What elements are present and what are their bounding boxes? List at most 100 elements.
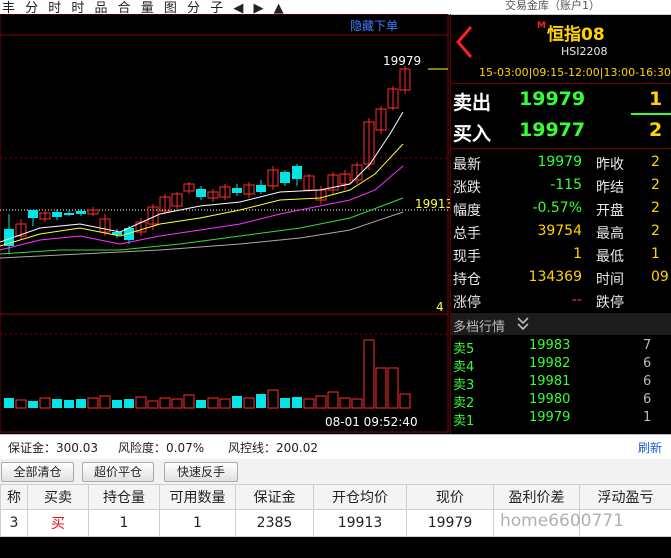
watermark-logo: home6600771	[500, 511, 624, 531]
quote-label: 涨停	[453, 295, 481, 311]
depth-row[interactable]: 卖3 19981 6	[451, 373, 671, 393]
ask-row[interactable]: 卖出 19979 1	[451, 87, 671, 115]
axis-value-label: 4	[436, 300, 444, 314]
column-header[interactable]: 浮动盈亏	[579, 484, 671, 510]
quote-label: 最新	[453, 157, 481, 173]
candle-body	[196, 189, 206, 197]
high-price-label: 19979	[383, 54, 421, 68]
quote-value: 39754	[537, 223, 582, 239]
depth-qty: 6	[643, 374, 652, 389]
quote-row: 涨跌 -115 昨结 2	[451, 175, 671, 198]
depth-qty: 7	[643, 338, 652, 353]
candle-body	[28, 210, 38, 218]
depth-label: 卖1	[453, 414, 475, 429]
position-cell: 19913	[313, 509, 407, 537]
candle-body	[232, 188, 242, 193]
ask-label: 卖出	[453, 92, 492, 114]
depth-row[interactable]: 卖4 19982 6	[451, 355, 671, 375]
volume-bar	[76, 399, 86, 408]
candle-body	[52, 212, 62, 217]
column-header[interactable]: 盈利价差	[493, 484, 580, 510]
quote-value: -115	[550, 177, 582, 193]
quote-label: 昨收	[596, 157, 624, 173]
divider	[451, 83, 671, 84]
quote-value: 1	[573, 246, 582, 262]
quote-label: 时间	[596, 272, 624, 288]
open-price-label: 19913	[415, 197, 450, 211]
volume-bar	[256, 394, 266, 408]
symbol-name: 恒指08	[547, 25, 605, 45]
quote-label: 开盘	[596, 203, 624, 219]
super-close-button[interactable]: 超价平仓	[82, 462, 154, 482]
depth-qty: 1	[643, 410, 652, 425]
candle-body	[64, 213, 74, 215]
volume-bar	[124, 399, 134, 408]
quote-value: 134369	[528, 269, 582, 285]
depth-row[interactable]: 卖2 19980 6	[451, 391, 671, 411]
quote-value: 2	[651, 154, 660, 170]
column-header[interactable]: 买卖	[27, 484, 89, 510]
divider	[451, 148, 671, 149]
quote-row: 涨停 -- 跌停	[451, 290, 671, 313]
double-chevron-down-icon[interactable]	[517, 317, 529, 331]
volume-bar	[64, 400, 74, 408]
refresh-link[interactable]: 刷新	[638, 439, 662, 456]
quote-value: 1	[651, 246, 660, 262]
depth-price: 19980	[529, 392, 571, 407]
position-cell: 2385	[235, 509, 314, 537]
column-header[interactable]: 开仓均价	[313, 484, 407, 510]
action-bar: 全部清仓 超价平仓 快速反手	[0, 459, 671, 484]
column-header[interactable]: 保证金	[235, 484, 314, 510]
column-header[interactable]: 持仓量	[88, 484, 160, 510]
quick-reverse-button[interactable]: 快速反手	[164, 462, 238, 482]
quote-value: 2	[651, 200, 660, 216]
quote-row: 最新 19979 昨收 2	[451, 152, 671, 175]
column-header[interactable]: 现价	[406, 484, 494, 510]
column-header[interactable]: 称	[0, 484, 28, 510]
bid-qty: 2	[649, 119, 663, 141]
depth-header[interactable]: 多档行情	[451, 313, 671, 335]
candle-body	[256, 185, 266, 192]
volume-bar	[28, 401, 38, 408]
position-cell: 19979	[406, 509, 494, 537]
quote-row: 总手 39754 最高 2	[451, 221, 671, 244]
depth-price: 19983	[529, 338, 571, 353]
quote-value: 19979	[537, 154, 582, 170]
positions-header: 称买卖 持仓量 可用数量 保证金 开仓均价 现价 盈利价差 浮动盈亏	[0, 484, 671, 510]
symbol-mark: M	[537, 21, 546, 31]
depth-row[interactable]: 卖1 19979 1	[451, 409, 671, 429]
column-header[interactable]: 可用数量	[159, 484, 236, 510]
account-status-bar: 保证金：300.03 风险度：0.07% 风控线：200.02 刷新	[0, 434, 671, 460]
window-title: 交易金库（账户1）	[505, 0, 600, 12]
volume-bar	[4, 398, 14, 408]
volume-bar	[292, 397, 302, 408]
quote-label: 幅度	[453, 203, 481, 219]
ask-qty: 1	[649, 88, 663, 110]
bid-label: 买入	[453, 123, 492, 145]
volume-bar	[196, 400, 206, 408]
candle-body	[280, 172, 290, 183]
depth-qty: 6	[643, 392, 652, 407]
depth-row[interactable]: 卖5 19983 7	[451, 337, 671, 357]
chart-frame	[0, 14, 449, 433]
quote-label: 最低	[596, 249, 624, 265]
candle-body	[76, 211, 86, 214]
depth-price: 19982	[529, 356, 571, 371]
bid-row[interactable]: 买入 19977 2	[451, 118, 671, 146]
quote-label: 总手	[453, 226, 481, 242]
back-chevron-icon[interactable]	[453, 24, 475, 60]
quote-label: 持仓	[453, 272, 481, 288]
close-all-button[interactable]: 全部清仓	[1, 462, 74, 482]
top-toolbar: 丰 分 时 时 品 合 量 图 分 子 ◀ ▶ ▲ 交易金库（账户1）	[0, 0, 671, 16]
position-cell: 1	[88, 509, 160, 537]
kline-chart[interactable]: 19979 19913 4 08-01 09:52:40	[0, 14, 450, 434]
risk-line-text: 风控线：200.02	[228, 441, 318, 455]
quote-value: --	[571, 292, 582, 308]
symbol-code: HSI2208	[561, 45, 608, 58]
depth-price: 19981	[529, 374, 571, 389]
margin-text: 保证金：300.03	[8, 441, 98, 455]
quote-label: 昨结	[596, 180, 624, 196]
candle-body	[292, 166, 302, 179]
quote-label: 现手	[453, 249, 481, 265]
hide-order-link[interactable]: 隐藏下单	[350, 17, 398, 34]
